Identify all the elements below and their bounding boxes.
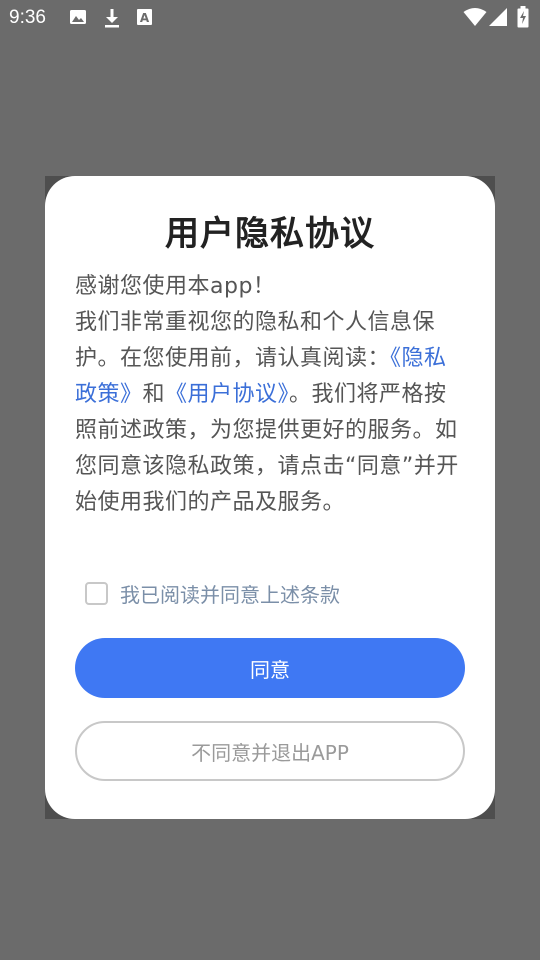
- disagree-exit-button[interactable]: 不同意并退出APP: [75, 721, 465, 781]
- svg-text:A: A: [140, 11, 150, 25]
- consent-checkbox[interactable]: [85, 581, 108, 605]
- body-text-part1: 我们非常重视您的隐私和个人信息保护。在您使用前，请认真阅读：: [75, 310, 436, 371]
- consent-label[interactable]: 我已阅读并同意上述条款: [120, 579, 340, 608]
- status-time: 9:36: [9, 7, 46, 28]
- wifi-icon: [463, 7, 487, 27]
- privacy-dialog: 用户隐私协议 感谢您使用本app！ 我们非常重视您的隐私和个人信息保护。在您使用…: [45, 176, 495, 819]
- body-greeting: 感谢您使用本app！: [75, 274, 276, 299]
- body-and: 和: [142, 382, 166, 407]
- status-bar: 9:36 A: [0, 0, 540, 36]
- user-agreement-link[interactable]: 《用户协议》: [165, 382, 289, 407]
- image-icon: [69, 8, 87, 26]
- download-icon: [103, 8, 121, 28]
- dialog-body: 感谢您使用本app！ 我们非常重视您的隐私和个人信息保护。在您使用前，请认真阅读…: [75, 269, 465, 521]
- text-a-icon: A: [136, 8, 153, 26]
- signal-icon: [488, 7, 508, 27]
- consent-row[interactable]: 我已阅读并同意上述条款: [85, 578, 340, 608]
- dialog-title: 用户隐私协议: [165, 214, 375, 254]
- agree-button[interactable]: 同意: [75, 638, 465, 698]
- battery-icon: [517, 6, 529, 28]
